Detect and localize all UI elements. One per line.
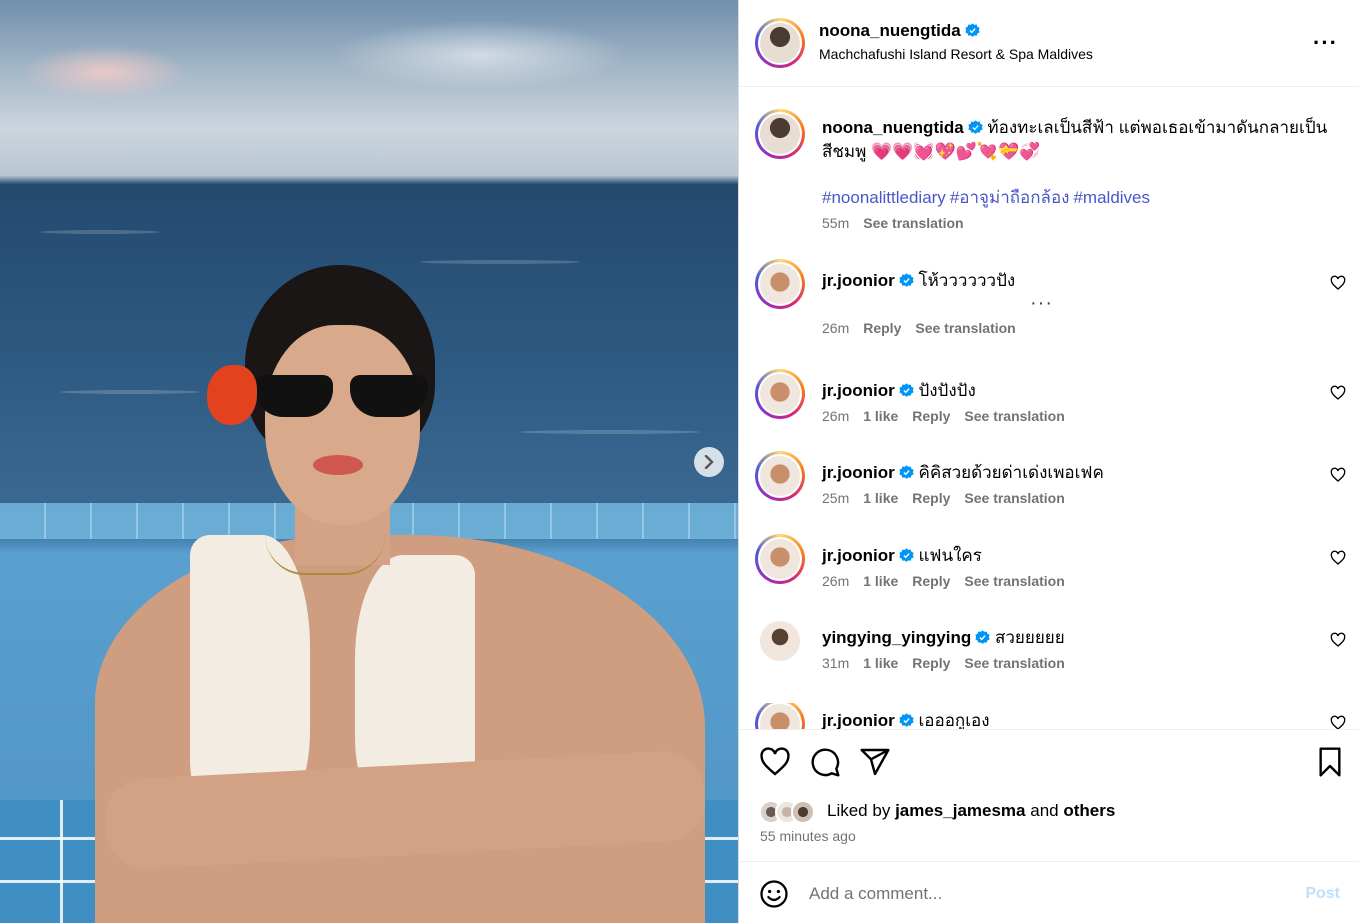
author-username[interactable]: noona_nuengtida [819,21,980,41]
commenter-username[interactable]: jr.joonior [822,711,914,729]
commenter-avatar[interactable] [755,534,805,584]
see-translation-link[interactable]: See translation [915,320,1015,336]
commenter-avatar[interactable] [755,369,805,419]
verified-badge-icon [899,548,914,562]
see-translation-link[interactable]: See translation [964,573,1064,589]
comment-likes[interactable]: 1 like [863,655,898,671]
comment-text: เอออกูเอง [918,711,990,729]
comment-item: jr.joonior แฟนใคร 26m 1 like Reply See tran… [739,534,1359,620]
photo-cloud [330,20,630,90]
liked-by-prefix: Liked by [827,801,891,820]
comment-likes[interactable]: 1 like [863,573,898,589]
comment-text: สวยยยยย [994,628,1065,647]
reply-button[interactable]: Reply [912,655,950,671]
reply-button[interactable]: Reply [912,408,950,424]
caption-text: noona_nuengtida ท้องทะเลเป็นสีฟ้า แต่พอเ… [822,116,1342,164]
comment-time[interactable]: 25m [822,490,849,506]
caption-avatar[interactable] [755,109,805,159]
reply-button[interactable]: Reply [863,320,901,336]
hashtag-link[interactable]: #อาจูม่าถือกล้อง [950,188,1070,207]
photo-wave [420,260,580,264]
paper-plane-icon[interactable] [859,746,891,778]
post-photo[interactable] [0,0,738,923]
more-options-icon[interactable]: ··· [1313,30,1338,56]
comment-bubble-icon[interactable] [809,746,841,778]
liked-by-text: Liked by james_jamesma and others [827,801,1115,821]
photo-person [95,265,707,923]
comment-text: ปังปังปัง [918,381,976,400]
comment-time[interactable]: 26m [822,573,849,589]
reply-button[interactable]: Reply [912,573,950,589]
comment-like-icon[interactable] [1330,275,1346,291]
liked-by-and: and [1030,801,1059,820]
see-translation-link[interactable]: See translation [863,215,963,231]
comment-text: แฟนใคร [918,546,982,565]
hashtag-link[interactable]: #maldives [1073,188,1150,207]
next-photo-button[interactable] [694,447,724,477]
comment-item: jr.joonior เอออกูเอง [739,703,1359,729]
commenter-username[interactable]: yingying_yingying [822,628,990,647]
comment-like-icon[interactable] [1330,467,1346,483]
verified-badge-icon [899,383,914,397]
caption-time[interactable]: 55m [822,215,849,231]
verified-badge-icon [899,465,914,479]
chevron-right-icon [704,455,714,469]
liked-by-user-link[interactable]: james_jamesma [895,801,1025,820]
commenter-username[interactable]: jr.joonior [822,463,914,482]
heart-icon[interactable] [759,746,791,778]
verified-badge-icon [968,120,983,134]
comment-like-icon[interactable] [1330,385,1346,401]
post-header: noona_nuengtida Machchafushi Island Reso… [739,0,1359,87]
post-comment-button[interactable]: Post [1305,885,1340,903]
hashtag-link[interactable]: #noonalittlediary [822,188,946,207]
comment-item: jr.joonior ปังปังปัง 26m 1 like Reply See t… [739,369,1359,455]
author-avatar[interactable] [755,18,805,68]
verified-badge-icon [899,273,914,287]
comment-likes[interactable]: 1 like [863,490,898,506]
liked-by-others-link[interactable]: others [1063,801,1115,820]
photo-cloud [20,45,190,100]
commenter-username[interactable]: jr.joonior [822,381,914,400]
see-translation-link[interactable]: See translation [964,408,1064,424]
comment-like-icon[interactable] [1330,550,1346,566]
commenter-username[interactable]: jr.joonior [822,271,914,290]
comment-time[interactable]: 31m [822,655,849,671]
hashtags: #noonalittlediary #อาจูม่าถือกล้อง #maldiv… [822,184,1154,211]
commenter-avatar[interactable] [755,451,805,501]
comment-likes[interactable]: 1 like [863,408,898,424]
comment-item: yingying_yingying สวยยยยย 31m 1 like Reply… [739,620,1359,702]
comment-item: jr.joonior คิคิสวยด้วยด่าเด่งเพอเฟค 25m 1… [739,451,1359,537]
caption-meta: 55m See translation [822,215,964,231]
verified-badge-icon [975,630,990,644]
comment-time[interactable]: 26m [822,408,849,424]
comment-composer: Post [739,861,1359,923]
reply-button[interactable]: Reply [912,490,950,506]
comment-input[interactable] [809,880,1269,908]
see-translation-link[interactable]: See translation [964,655,1064,671]
commenter-username[interactable]: jr.joonior [822,546,914,565]
see-translation-link[interactable]: See translation [964,490,1064,506]
comment-like-icon[interactable] [1330,715,1346,729]
post-actions: Liked by james_jamesma and others 55 min… [739,729,1359,861]
post-location[interactable]: Machchafushi Island Resort & Spa Maldive… [819,46,1093,62]
post-detail-panel: noona_nuengtida Machchafushi Island Reso… [738,0,1359,923]
bookmark-icon[interactable] [1314,746,1346,778]
verified-badge-icon [899,713,914,727]
caption-username[interactable]: noona_nuengtida [822,118,983,137]
comment-text: คิคิสวยด้วยด่าเด่งเพอเฟค [918,463,1104,482]
liked-by-avatars[interactable] [759,800,829,824]
photo-wave [40,230,160,234]
comment-text: โห้ววววววปัง [918,271,1016,290]
comment-options-icon[interactable]: ··· [1030,292,1053,315]
emoji-smile-icon[interactable] [759,879,789,909]
comment-like-icon[interactable] [1330,632,1346,648]
comment-time[interactable]: 26m [822,320,849,336]
verified-badge-icon [965,23,980,37]
commenter-avatar[interactable] [760,621,800,661]
commenter-avatar[interactable] [755,259,805,309]
commenter-avatar[interactable] [755,703,805,729]
post-timestamp[interactable]: 55 minutes ago [760,828,856,844]
